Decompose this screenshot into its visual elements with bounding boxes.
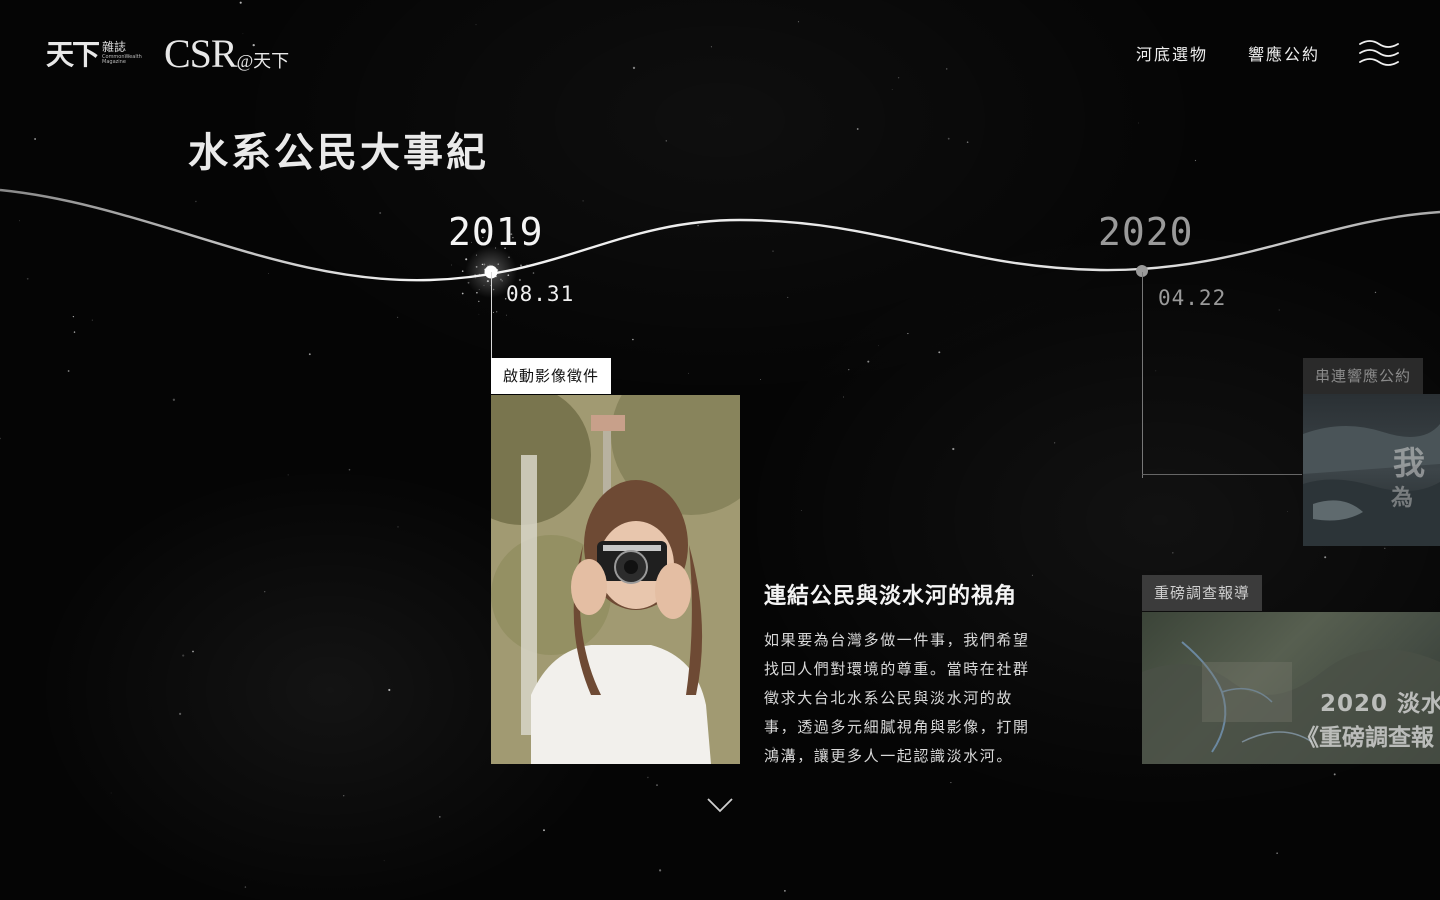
event-image-text: 我 xyxy=(1393,444,1426,482)
year-label-2020[interactable]: 2020 xyxy=(1098,210,1194,254)
event-description: 如果要為台灣多做一件事，我們希望找回人們對環境的尊重。當時在社群徵求大台北水系公… xyxy=(764,631,1030,765)
event-photo-lake[interactable]: 我 為 xyxy=(1303,394,1440,546)
timeline-connector xyxy=(1142,474,1302,475)
main-nav: 河底選物 響應公約 xyxy=(1136,41,1320,65)
event-photo-camera-girl[interactable] xyxy=(491,395,740,764)
timeline-connector xyxy=(491,272,492,360)
timeline-connector xyxy=(1142,272,1143,478)
event-tag[interactable]: 啟動影像徵件 xyxy=(491,358,612,394)
nav-item-pledge[interactable]: 響應公約 xyxy=(1248,41,1320,65)
year-label-2019[interactable]: 2019 xyxy=(448,210,544,254)
event-date: 08.31 xyxy=(506,282,575,306)
logo-csr-suffix: @天下 xyxy=(236,51,290,71)
timeline-page: 天下 雜誌 CommonWealth Magazine CSR @天下 河底選物… xyxy=(0,0,1440,900)
event-photo-satellite[interactable]: 2020 淡水 《重磅調查報 xyxy=(1142,612,1440,764)
timeline-wave xyxy=(0,188,1440,298)
event-tag[interactable]: 重磅調查報導 xyxy=(1142,575,1263,611)
event-image-text: 為 xyxy=(1391,486,1414,511)
chevron-down-icon[interactable] xyxy=(706,796,734,814)
commonwealth-logo[interactable]: 天下 雜誌 CommonWealth Magazine xyxy=(46,36,142,71)
wave-menu-icon[interactable] xyxy=(1358,38,1400,68)
logo-csr-main: CSR xyxy=(164,31,238,76)
logo-cw-en2: Magazine xyxy=(102,59,126,65)
logo-cw-main: 天下 xyxy=(46,38,100,71)
event-date: 04.22 xyxy=(1158,286,1227,310)
event-title: 連結公民與淡水河的視角 xyxy=(764,584,1018,609)
nav-item-river-selection[interactable]: 河底選物 xyxy=(1136,41,1208,65)
event-tag[interactable]: 串連響應公約 xyxy=(1303,358,1424,394)
event-photo-illustration xyxy=(491,395,740,764)
csr-logo[interactable]: CSR @天下 xyxy=(164,30,289,77)
event-image-text: 《重磅調查報 xyxy=(1296,725,1434,751)
event-image-text: 2020 淡水 xyxy=(1320,691,1440,717)
logo-cw-zh: 雜誌 xyxy=(102,40,127,54)
